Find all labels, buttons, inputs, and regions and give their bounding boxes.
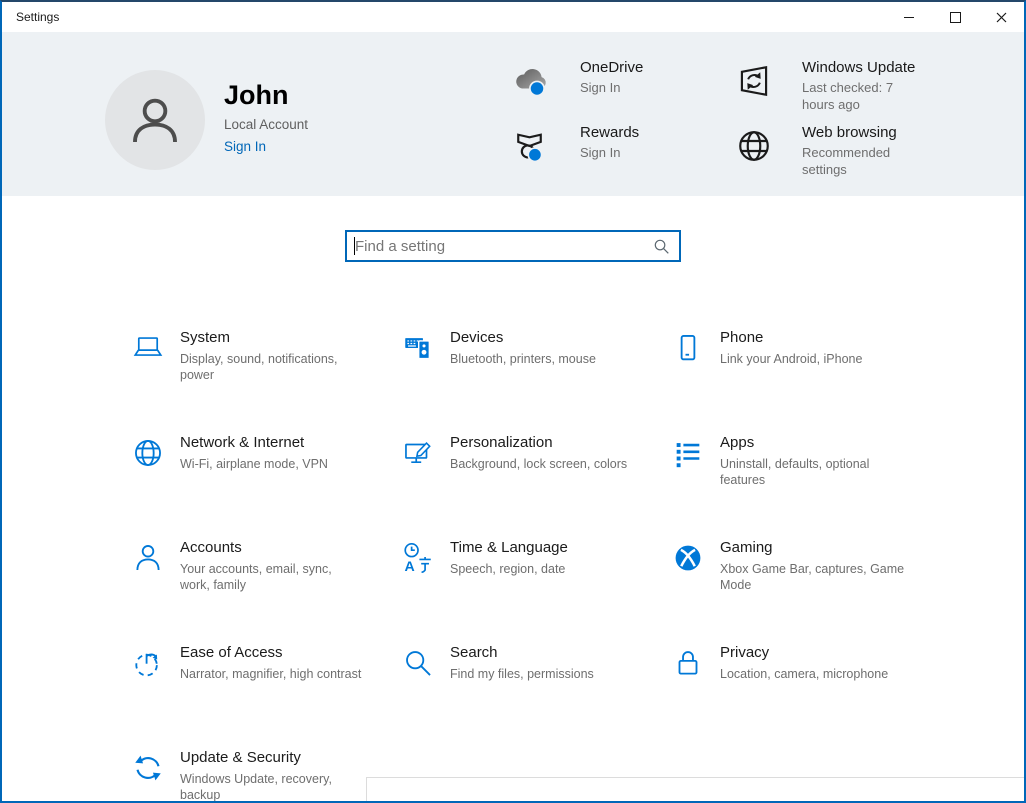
close-button[interactable] xyxy=(978,2,1024,32)
quick-link-rewards[interactable]: Rewards Sign In xyxy=(512,123,734,188)
apps-icon xyxy=(671,436,705,470)
windows-update-icon xyxy=(734,61,776,101)
category-description: Display, sound, notifications, power xyxy=(180,352,338,382)
bottom-panel-edge xyxy=(366,777,1024,801)
category-privacy[interactable]: Privacy Location, camera, microphone xyxy=(671,643,941,748)
category-description: Xbox Game Bar, captures, Game Mode xyxy=(720,562,905,592)
category-grid: System Display, sound, notifications, po… xyxy=(131,328,1024,801)
minimize-button[interactable] xyxy=(886,2,932,32)
window-controls xyxy=(886,2,1024,32)
svg-text:A: A xyxy=(405,559,415,575)
quick-link-title: Web browsing xyxy=(802,124,897,141)
rewards-icon xyxy=(512,126,554,166)
category-search[interactable]: Search Find my files, permissions xyxy=(401,643,671,748)
category-accounts[interactable]: Accounts Your accounts, email, sync, wor… xyxy=(131,538,401,643)
search-box xyxy=(345,230,681,262)
category-devices[interactable]: Devices Bluetooth, printers, mouse xyxy=(401,328,671,433)
quick-link-subtitle: Sign In xyxy=(580,145,621,160)
personalization-icon xyxy=(401,436,435,470)
quick-link-windows-update[interactable]: Windows Update Last checked: 7 hours ago xyxy=(734,58,974,123)
category-description: Background, lock screen, colors xyxy=(450,457,628,471)
quick-link-subtitle: Last checked: 7 hours ago xyxy=(802,80,894,112)
category-description: Find my files, permissions xyxy=(450,667,594,681)
time-language-icon: A xyxy=(401,541,435,575)
category-description: Your accounts, email, sync, work, family xyxy=(180,562,332,592)
search-category-icon xyxy=(401,646,435,680)
category-system[interactable]: System Display, sound, notifications, po… xyxy=(131,328,401,433)
category-title: Network & Internet xyxy=(180,434,305,451)
quick-link-title: OneDrive xyxy=(580,59,644,76)
search-row xyxy=(2,230,1024,262)
privacy-icon xyxy=(671,646,705,680)
user-name: John xyxy=(224,80,289,110)
quick-link-onedrive[interactable]: OneDrive Sign In xyxy=(512,58,734,123)
category-title: System xyxy=(180,329,231,346)
category-description: Uninstall, defaults, optional features xyxy=(720,457,870,487)
category-title: Phone xyxy=(720,329,764,346)
quick-link-web-browsing[interactable]: Web browsing Recommended settings xyxy=(734,123,974,188)
category-update-security[interactable]: Update & Security Windows Update, recove… xyxy=(131,748,401,801)
settings-window: Settings John Local Account Sign In OneD… xyxy=(0,0,1026,803)
update-security-icon xyxy=(131,751,165,785)
category-apps[interactable]: Apps Uninstall, defaults, optional featu… xyxy=(671,433,941,538)
text-caret xyxy=(354,237,355,255)
window-title: Settings xyxy=(16,10,60,24)
search-input[interactable] xyxy=(347,237,653,255)
category-title: Devices xyxy=(450,329,504,346)
main-content: System Display, sound, notifications, po… xyxy=(2,196,1024,801)
category-gaming[interactable]: Gaming Xbox Game Bar, captures, Game Mod… xyxy=(671,538,941,643)
accounts-icon xyxy=(131,541,165,575)
category-phone[interactable]: Phone Link your Android, iPhone xyxy=(671,328,941,433)
web-browsing-icon xyxy=(734,126,776,166)
category-description: Speech, region, date xyxy=(450,562,566,576)
category-title: Gaming xyxy=(720,539,773,556)
titlebar: Settings xyxy=(2,2,1024,32)
quick-link-title: Windows Update xyxy=(802,59,916,76)
user-sign-in-link[interactable]: Sign In xyxy=(224,139,308,154)
category-description: Bluetooth, printers, mouse xyxy=(450,352,596,366)
network-icon xyxy=(131,436,165,470)
category-description: Link your Android, iPhone xyxy=(720,352,863,366)
quick-links: OneDrive Sign In Rewards Sign In Windows… xyxy=(512,58,974,188)
maximize-icon xyxy=(949,11,961,23)
category-title: Apps xyxy=(720,434,755,451)
quick-link-title: Rewards xyxy=(580,124,640,141)
avatar xyxy=(105,70,205,170)
close-icon xyxy=(996,12,1007,23)
category-title: Personalization xyxy=(450,434,553,451)
magnifier-icon[interactable] xyxy=(653,238,670,255)
category-title: Ease of Access xyxy=(180,644,283,661)
phone-icon xyxy=(671,331,705,365)
user-block: John Local Account Sign In xyxy=(105,70,308,170)
category-description: Location, camera, microphone xyxy=(720,667,889,681)
category-ease-of-access[interactable]: Ease of Access Narrator, magnifier, high… xyxy=(131,643,401,748)
user-icon xyxy=(124,89,186,151)
category-description: Wi-Fi, airplane mode, VPN xyxy=(180,457,328,471)
category-title: Update & Security xyxy=(180,749,301,766)
category-title: Privacy xyxy=(720,644,770,661)
category-network-internet[interactable]: Network & Internet Wi-Fi, airplane mode,… xyxy=(131,433,401,538)
category-personalization[interactable]: Personalization Background, lock screen,… xyxy=(401,433,671,538)
user-account-type: Local Account xyxy=(224,117,309,132)
ease-of-access-icon xyxy=(131,646,165,680)
category-title: Time & Language xyxy=(450,539,568,556)
devices-icon xyxy=(401,331,435,365)
category-time-language[interactable]: A Time & Language Speech, region, date xyxy=(401,538,671,643)
gaming-icon xyxy=(671,541,705,575)
minimize-icon xyxy=(904,16,914,18)
user-info: John Local Account Sign In xyxy=(224,70,308,170)
quick-link-subtitle: Recommended settings xyxy=(802,145,891,177)
system-icon xyxy=(131,331,165,365)
maximize-button[interactable] xyxy=(932,2,978,32)
onedrive-icon xyxy=(512,61,554,101)
quick-link-subtitle: Sign In xyxy=(580,80,621,95)
category-title: Search xyxy=(450,644,498,661)
category-title: Accounts xyxy=(180,539,242,556)
category-description: Windows Update, recovery, backup xyxy=(180,772,332,801)
category-description: Narrator, magnifier, high contrast xyxy=(180,667,362,681)
header: John Local Account Sign In OneDrive Sign… xyxy=(2,32,1024,196)
